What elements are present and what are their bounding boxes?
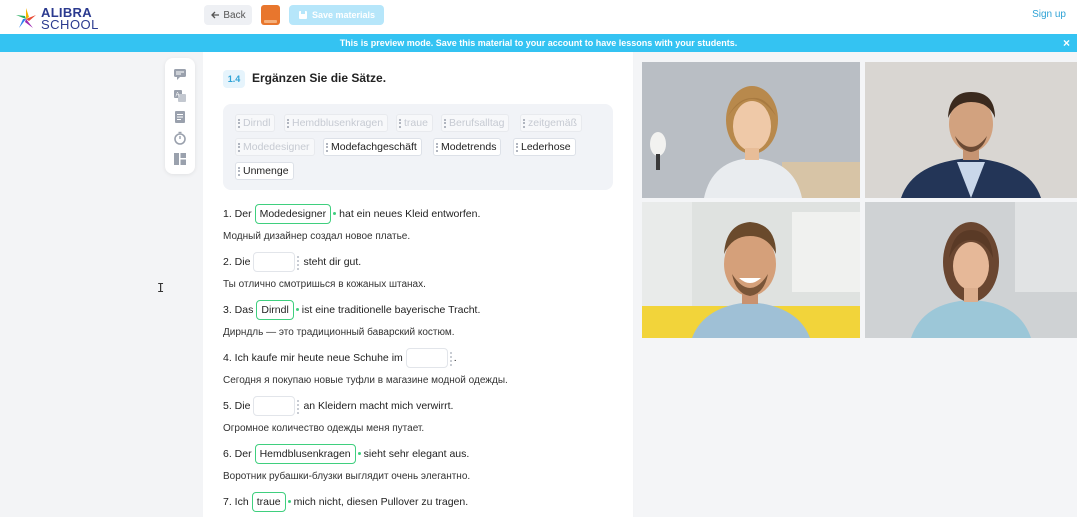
sentence-text: steht dir gut.	[303, 256, 362, 268]
close-icon[interactable]: ×	[1063, 36, 1070, 50]
translation-line: Сегодня я покупаю новые туфли в магазине…	[223, 375, 508, 386]
sentence-text: 4. Ich kaufe mir heute neue Schuhe im	[223, 352, 403, 364]
answer-slot[interactable]: Dirndl	[256, 300, 300, 320]
save-materials-button[interactable]: Save materials	[289, 5, 384, 25]
word-chip[interactable]: Dirndl	[235, 114, 276, 132]
sentence-line: 7. Ich traue mich nicht, diesen Pullover…	[223, 492, 468, 512]
notes-icon[interactable]	[173, 110, 187, 124]
word-chip[interactable]: Modetrends	[433, 138, 502, 156]
alibra-school-logo[interactable]: ALIBRA SCHOOL	[14, 5, 109, 33]
logo-star-icon	[16, 8, 36, 28]
preview-banner-text: This is preview mode. Save this material…	[339, 38, 738, 48]
translation-line: Огромное количество одежды меня путает.	[223, 423, 425, 434]
word-chip[interactable]: Lederhose	[513, 138, 576, 156]
material-thumbnail-icon[interactable]	[261, 5, 280, 25]
sentence-text: mich nicht, diesen Pullover zu tragen.	[293, 496, 469, 508]
sentence-line: 3. Das Dirndl ist eine traditionelle bay…	[223, 300, 480, 320]
sentence-line: 4. Ich kaufe mir heute neue Schuhe im .	[223, 348, 457, 368]
translate-icon[interactable]: A	[173, 89, 187, 103]
exercise-panel: 1.4 Ergänzen Sie die Sätze. Dirndl Hemdb…	[203, 52, 633, 517]
word-chip[interactable]: traue	[396, 114, 433, 132]
answer-slot[interactable]: traue	[251, 492, 291, 512]
word-bank: Dirndl Hemdblusenkragen traue Berufsallt…	[223, 104, 613, 190]
text-cursor-icon: I	[157, 281, 165, 295]
back-label: Back	[223, 9, 246, 21]
tool-sidebar: A	[165, 58, 195, 174]
timer-icon[interactable]	[173, 131, 187, 145]
top-header: ALIBRA SCHOOL Back Save materials Sign u…	[0, 0, 1077, 34]
layout-icon[interactable]	[173, 152, 187, 166]
sentence-text: 5. Die	[223, 400, 251, 412]
sentence-line: 1. Der Modedesigner hat ein neues Kleid …	[223, 204, 480, 224]
video-tile-participant[interactable]	[865, 62, 1077, 198]
arrow-left-icon	[211, 11, 220, 19]
sentence-text: 6. Der	[223, 448, 252, 460]
back-button[interactable]: Back	[204, 5, 252, 25]
exercise-number: 1.4	[223, 70, 245, 88]
sentence-line: 5. Die an Kleidern macht mich verwirrt.	[223, 396, 453, 416]
chat-icon[interactable]	[173, 67, 187, 81]
answer-slot[interactable]: Hemdblusenkragen	[254, 444, 361, 464]
video-call-panel	[634, 52, 1077, 517]
sentence-text: .	[453, 352, 457, 364]
svg-text:A: A	[176, 93, 180, 99]
sentence-text: ist eine traditionelle bayerische Tracht…	[301, 304, 481, 316]
sentence-line: 6. Der Hemdblusenkragen sieht sehr elega…	[223, 444, 469, 464]
save-label: Save materials	[311, 10, 376, 20]
word-chip[interactable]: Hemdblusenkragen	[284, 114, 389, 132]
logo-line2: SCHOOL	[41, 17, 99, 32]
sentence-text: 7. Ich	[223, 496, 249, 508]
translation-line: Ты отлично смотришься в кожаных штанах.	[223, 279, 426, 290]
answer-slot[interactable]	[253, 252, 300, 272]
answer-slot[interactable]	[405, 348, 452, 368]
video-tile-participant[interactable]	[642, 62, 860, 198]
sentence-line: 2. Die steht dir gut.	[223, 252, 361, 272]
word-chip[interactable]: Berufsalltag	[441, 114, 510, 132]
save-icon	[298, 11, 307, 19]
translation-line: Модный дизайнер создал новое платье.	[223, 231, 411, 242]
answer-slot[interactable]: Modedesigner	[254, 204, 336, 224]
word-chip[interactable]: zeitgemäß	[520, 114, 583, 132]
sentence-text: hat ein neues Kleid entworfen.	[339, 208, 481, 220]
translation-line: Дирндль — это традиционный баварский кос…	[223, 327, 455, 338]
answer-slot[interactable]	[253, 396, 300, 416]
sign-up-link[interactable]: Sign up	[1032, 9, 1066, 20]
sentence-text: 1. Der	[223, 208, 252, 220]
exercise-title: Ergänzen Sie die Sätze.	[252, 71, 387, 85]
video-tile-participant[interactable]	[865, 202, 1077, 338]
preview-banner: This is preview mode. Save this material…	[0, 34, 1077, 52]
sentence-text: 2. Die	[223, 256, 251, 268]
word-chip[interactable]: Modedesigner	[235, 138, 315, 156]
sentence-text: an Kleidern macht mich verwirrt.	[303, 400, 454, 412]
video-tile-participant[interactable]	[642, 202, 860, 338]
sentence-text: sieht sehr elegant aus.	[363, 448, 470, 460]
sentence-text: 3. Das	[223, 304, 254, 316]
translation-line: Воротник рубашки-блузки выглядит очень э…	[223, 471, 471, 482]
word-chip[interactable]: Unmenge	[235, 162, 294, 180]
word-chip[interactable]: Modefachgeschäft	[323, 138, 422, 156]
